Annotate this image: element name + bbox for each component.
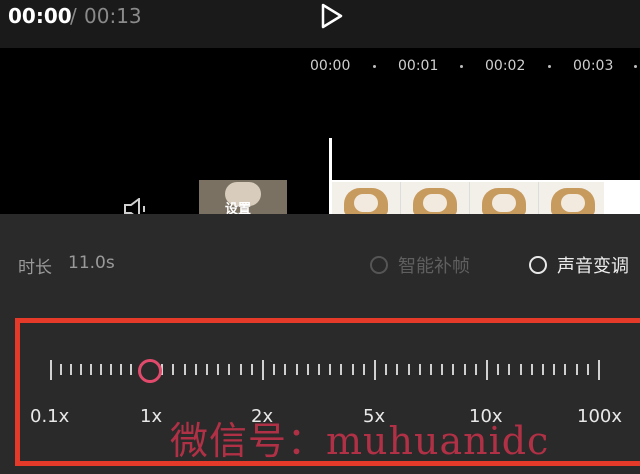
slider-major-tick <box>50 360 52 380</box>
slider-minor-tick <box>228 364 230 375</box>
speed-label: 1x <box>140 406 163 427</box>
slider-major-tick <box>262 360 264 380</box>
slider-minor-tick <box>464 364 466 375</box>
slider-minor-tick <box>419 364 421 375</box>
slider-minor-tick <box>296 364 298 375</box>
slider-minor-tick <box>352 364 354 375</box>
ruler-dot <box>634 65 637 68</box>
slider-minor-tick <box>130 364 132 375</box>
pitch-option-label: 声音变调 <box>557 256 629 277</box>
ruler-label: 00:03 <box>573 58 614 74</box>
clip-frame <box>332 182 401 216</box>
total-time: 00:13 <box>84 4 142 28</box>
slider-minor-tick <box>329 364 331 375</box>
duration-label: 时长 <box>18 258 52 278</box>
slider-minor-tick <box>318 364 320 375</box>
pitch-radio-icon[interactable] <box>529 256 547 274</box>
slider-minor-tick <box>110 364 112 375</box>
ruler-label: 00:02 <box>485 58 526 74</box>
slider-minor-tick <box>240 364 242 375</box>
slider-minor-tick <box>80 364 82 375</box>
clip-frame <box>401 182 470 216</box>
speed-label: 100x <box>577 406 623 427</box>
smooth-option[interactable]: 智能补帧 <box>370 252 470 278</box>
clip-frame <box>470 182 539 216</box>
slider-minor-tick <box>206 364 208 375</box>
slider-minor-tick <box>452 364 454 375</box>
slider-minor-tick <box>508 364 510 375</box>
ruler-dot <box>460 65 463 68</box>
watermark-text: 微信号：muhuanidc <box>170 419 550 463</box>
slider-minor-tick <box>553 364 555 375</box>
top-bar: 00:00 / 00:13 <box>0 0 640 48</box>
slider-minor-tick <box>408 364 410 375</box>
clip-end-handle[interactable] <box>604 182 640 216</box>
slider-minor-tick <box>70 364 72 375</box>
slider-minor-tick <box>284 364 286 375</box>
slider-minor-tick <box>441 364 443 375</box>
timeline-area: 00:00 00:01 00:02 00:03 设置 <box>0 48 640 220</box>
clip-frame <box>539 182 608 216</box>
smooth-option-label: 智能补帧 <box>398 256 470 277</box>
slider-major-tick <box>374 360 376 380</box>
time-separator: / <box>70 4 77 28</box>
ruler-label: 00:01 <box>398 58 439 74</box>
cover-label: 设置 <box>225 202 252 214</box>
slider-minor-tick <box>363 364 365 375</box>
speed-slider-knob[interactable] <box>138 359 162 383</box>
slider-minor-tick <box>385 364 387 375</box>
current-time: 00:00 <box>8 4 72 28</box>
slider-major-tick <box>486 360 488 380</box>
slider-minor-tick <box>564 364 566 375</box>
slider-minor-tick <box>90 364 92 375</box>
slider-minor-tick <box>497 364 499 375</box>
slider-major-tick <box>598 360 600 380</box>
smooth-radio-icon[interactable] <box>370 256 388 274</box>
video-clip[interactable] <box>332 180 640 216</box>
slider-minor-tick <box>340 364 342 375</box>
slider-minor-tick <box>251 364 253 375</box>
slider-minor-tick <box>120 364 122 375</box>
slider-minor-tick <box>172 364 174 375</box>
play-icon[interactable] <box>316 2 346 30</box>
slider-minor-tick <box>195 364 197 375</box>
duration-value: 11.0s <box>68 253 115 273</box>
ruler-label: 00:00 <box>310 58 351 74</box>
cover-thumbnail[interactable]: 设置 <box>199 180 287 214</box>
ruler-dot <box>548 65 551 68</box>
slider-minor-tick <box>307 364 309 375</box>
slider-minor-tick <box>520 364 522 375</box>
slider-minor-tick <box>273 364 275 375</box>
slider-minor-tick <box>531 364 533 375</box>
slider-minor-tick <box>184 364 186 375</box>
speed-panel: 时长 11.0s 智能补帧 声音变调 0.1x 1x 2x 5x 10x 100… <box>0 214 640 474</box>
slider-minor-tick <box>60 364 62 375</box>
slider-minor-tick <box>396 364 398 375</box>
slider-minor-tick <box>430 364 432 375</box>
ruler-dot <box>373 65 376 68</box>
pitch-option[interactable]: 声音变调 <box>529 252 629 278</box>
slider-minor-tick <box>100 364 102 375</box>
slider-minor-tick <box>217 364 219 375</box>
slider-minor-tick <box>542 364 544 375</box>
slider-minor-tick <box>475 364 477 375</box>
speed-label: 0.1x <box>30 406 70 427</box>
slider-minor-tick <box>576 364 578 375</box>
slider-minor-tick <box>587 364 589 375</box>
